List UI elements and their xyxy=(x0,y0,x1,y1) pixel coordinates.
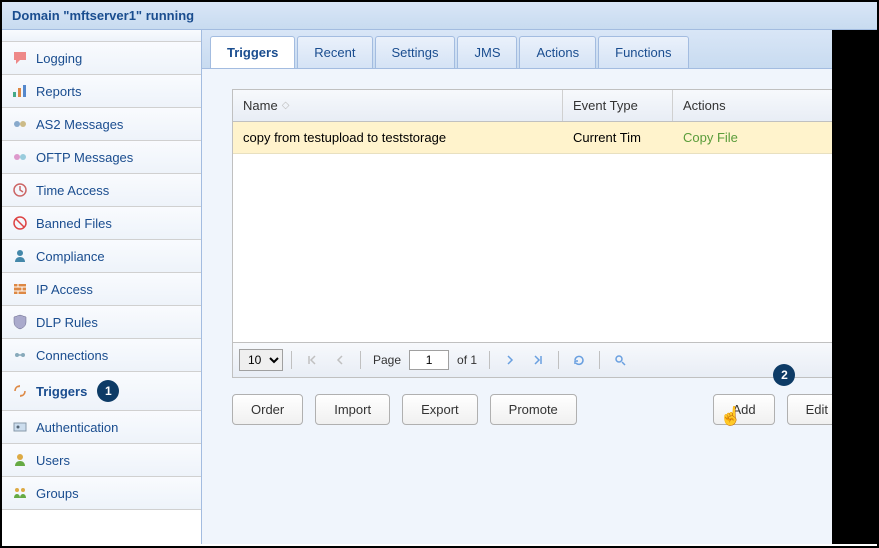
chart-icon xyxy=(12,83,28,99)
sidebar-item-label: DLP Rules xyxy=(36,315,98,330)
tabs-row: Triggers Recent Settings JMS Actions Fun… xyxy=(202,30,877,69)
cell-name: copy from testupload to teststorage xyxy=(233,122,563,153)
torn-edge-decoration xyxy=(832,30,879,544)
cell-event: Current Tim xyxy=(563,122,673,153)
message-icon xyxy=(12,149,28,165)
col-header-event[interactable]: Event Type xyxy=(563,90,673,121)
page-number-input[interactable] xyxy=(409,350,449,370)
tab-content: Name ◇ Event Type Actions copy from test… xyxy=(202,69,877,461)
col-header-name[interactable]: Name ◇ xyxy=(233,90,563,121)
auth-icon xyxy=(12,419,28,435)
sidebar-item-label: Compliance xyxy=(36,249,105,264)
sidebar-item-logging[interactable]: Logging xyxy=(2,42,201,75)
prev-page-button[interactable] xyxy=(328,349,352,371)
shield-icon xyxy=(12,314,28,330)
last-page-button[interactable] xyxy=(526,349,550,371)
sidebar-item-dlp[interactable]: DLP Rules xyxy=(2,306,201,339)
user-icon xyxy=(12,452,28,468)
separator xyxy=(291,351,292,369)
main-content: Logging Reports AS2 Messages OFTP Messag… xyxy=(2,30,877,544)
sort-icon: ◇ xyxy=(282,100,290,111)
clock-icon xyxy=(12,182,28,198)
separator xyxy=(360,351,361,369)
sidebar-item-label: Reports xyxy=(36,84,82,99)
sidebar-item-label: OFTP Messages xyxy=(36,150,133,165)
separator xyxy=(489,351,490,369)
page-of-label: of 1 xyxy=(457,353,477,367)
sidebar-item-label: AS2 Messages xyxy=(36,117,123,132)
trigger-icon xyxy=(12,383,28,399)
promote-button[interactable]: Promote xyxy=(490,394,577,425)
sidebar-item-label: Triggers xyxy=(36,384,87,399)
sidebar-item-users[interactable]: Users xyxy=(2,444,201,477)
sidebar-item-label: Authentication xyxy=(36,420,118,435)
order-button[interactable]: Order xyxy=(232,394,303,425)
step-badge-1: 1 xyxy=(97,380,119,402)
group-icon xyxy=(12,485,28,501)
page-size-select[interactable]: 10 xyxy=(239,349,283,371)
sidebar-item-timeaccess[interactable]: Time Access xyxy=(2,174,201,207)
message-icon xyxy=(12,116,28,132)
step-badge-2: 2 xyxy=(773,364,795,386)
sidebar-item-label: Groups xyxy=(36,486,79,501)
sidebar-item-banned[interactable]: Banned Files xyxy=(2,207,201,240)
link-icon xyxy=(12,347,28,363)
import-button[interactable]: Import xyxy=(315,394,390,425)
sidebar-item-connections[interactable]: Connections xyxy=(2,339,201,372)
domain-header: Domain "mftserver1" running xyxy=(2,2,877,30)
col-header-label: Name xyxy=(243,98,278,113)
col-header-label: Event Type xyxy=(573,98,638,113)
col-header-actions[interactable]: Actions xyxy=(673,90,846,121)
grid-body: copy from testupload to teststorage Curr… xyxy=(233,122,846,342)
sidebar-item-truncated[interactable] xyxy=(2,30,201,42)
grid-header: Name ◇ Event Type Actions xyxy=(233,90,846,122)
export-button[interactable]: Export xyxy=(402,394,478,425)
page-label: Page xyxy=(373,353,401,367)
tab-functions[interactable]: Functions xyxy=(598,36,688,68)
sidebar-item-groups[interactable]: Groups xyxy=(2,477,201,510)
next-page-button[interactable] xyxy=(498,349,522,371)
sidebar-item-auth[interactable]: Authentication xyxy=(2,411,201,444)
first-page-button[interactable] xyxy=(300,349,324,371)
sidebar-item-triggers[interactable]: Triggers 1 xyxy=(2,372,201,411)
sidebar-item-ipaccess[interactable]: IP Access xyxy=(2,273,201,306)
sidebar-item-reports[interactable]: Reports xyxy=(2,75,201,108)
paging-bar: 10 Page of 1 xyxy=(233,342,846,377)
table-row[interactable]: copy from testupload to teststorage Curr… xyxy=(233,122,846,154)
sidebar-item-label: Banned Files xyxy=(36,216,112,231)
sidebar-item-label: Time Access xyxy=(36,183,109,198)
sidebar-item-compliance[interactable]: Compliance xyxy=(2,240,201,273)
col-header-label: Actions xyxy=(683,98,726,113)
triggers-grid: Name ◇ Event Type Actions copy from test… xyxy=(232,89,847,378)
banned-icon xyxy=(12,215,28,231)
refresh-button[interactable] xyxy=(567,349,591,371)
separator xyxy=(558,351,559,369)
tab-triggers[interactable]: Triggers xyxy=(210,36,295,68)
cell-actions: Copy File xyxy=(673,122,846,153)
tab-jms[interactable]: JMS xyxy=(457,36,517,68)
cursor-hand-icon: ☝ xyxy=(719,406,741,427)
tab-settings[interactable]: Settings xyxy=(375,36,456,68)
sidebar-item-label: Users xyxy=(36,453,70,468)
sidebar-item-label: IP Access xyxy=(36,282,93,297)
sidebar-item-label: Logging xyxy=(36,51,82,66)
firewall-icon xyxy=(12,281,28,297)
person-icon xyxy=(12,248,28,264)
separator xyxy=(599,351,600,369)
tab-actions[interactable]: Actions xyxy=(519,36,596,68)
speech-icon xyxy=(12,50,28,66)
sidebar-item-as2[interactable]: AS2 Messages xyxy=(2,108,201,141)
content-area: Triggers Recent Settings JMS Actions Fun… xyxy=(202,30,877,544)
action-bar: Order Import Export Promote 2 Add ☝ Edit xyxy=(232,378,847,441)
domain-title: Domain "mftserver1" running xyxy=(12,8,194,23)
tab-recent[interactable]: Recent xyxy=(297,36,372,68)
sidebar-item-oftp[interactable]: OFTP Messages xyxy=(2,141,201,174)
search-button[interactable] xyxy=(608,349,632,371)
sidebar-item-label: Connections xyxy=(36,348,108,363)
sidebar: Logging Reports AS2 Messages OFTP Messag… xyxy=(2,30,202,544)
